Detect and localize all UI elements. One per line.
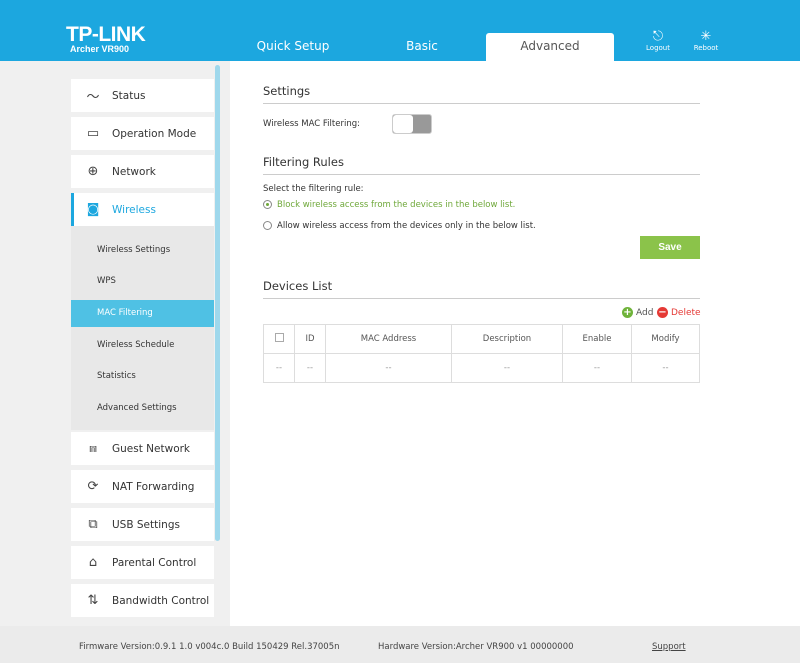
col-description: Description: [451, 324, 563, 354]
submenu-wireless-settings[interactable]: Wireless Settings: [71, 237, 214, 264]
sidebar-item-network[interactable]: ⊕ Network: [71, 155, 214, 188]
monitor-icon: ▭: [86, 126, 100, 141]
model-name: Archer VR900: [70, 44, 130, 54]
devices-list-heading: Devices List: [263, 279, 700, 299]
logout-icon: ⎋: [652, 29, 664, 44]
add-icon: +: [622, 307, 633, 318]
save-button[interactable]: Save: [640, 236, 700, 259]
submenu-mac-filtering[interactable]: MAC Filtering: [71, 300, 214, 327]
sidebar-item-parental-control[interactable]: ⌂ Parental Control: [71, 546, 214, 579]
submenu-statistics[interactable]: Statistics: [71, 363, 214, 390]
submenu-wireless-schedule[interactable]: Wireless Schedule: [71, 332, 214, 359]
col-enable: Enable: [562, 324, 632, 354]
sidebar-scrollbar[interactable]: [215, 65, 220, 541]
parental-icon: ⌂: [88, 555, 98, 570]
cell: --: [631, 353, 700, 383]
header: TP-LINK Archer VR900 Quick Setup Basic A…: [0, 0, 800, 61]
radio-block[interactable]: [263, 200, 272, 209]
toggle-knob: [393, 115, 413, 133]
tab-basic[interactable]: Basic: [362, 33, 482, 61]
mac-filtering-toggle[interactable]: [392, 114, 432, 134]
radio-block-label[interactable]: Block wireless access from the devices i…: [277, 200, 515, 210]
cell: --: [562, 353, 632, 383]
col-mac-address: MAC Address: [325, 324, 452, 354]
sidebar-item-nat-forwarding[interactable]: ⟳ NAT Forwarding: [71, 470, 214, 503]
reboot-button[interactable]: ✳ Reboot: [686, 29, 726, 53]
cell: --: [294, 353, 326, 383]
tab-advanced[interactable]: Advanced: [486, 33, 614, 61]
sidebar-item-operation-mode[interactable]: ▭ Operation Mode: [71, 117, 214, 150]
radio-allow-label[interactable]: Allow wireless access from the devices o…: [277, 221, 536, 231]
delete-icon: −: [657, 307, 668, 318]
reboot-icon: ✳: [700, 29, 712, 44]
sidebar-item-usb-settings[interactable]: ⧉ USB Settings: [71, 508, 214, 541]
wireless-icon: ◙: [86, 202, 100, 217]
submenu-wps[interactable]: WPS: [71, 268, 214, 295]
col-modify: Modify: [631, 324, 700, 354]
devices-table: ID MAC Address Description Enable Modify…: [263, 324, 700, 383]
sidebar-item-bandwidth-control[interactable]: ⇅ Bandwidth Control: [71, 584, 214, 617]
delete-button[interactable]: − Delete: [657, 307, 701, 318]
bandwidth-icon: ⇅: [87, 593, 99, 608]
tab-quick-setup[interactable]: Quick Setup: [233, 33, 353, 61]
tp-link-logo: TP-LINK: [66, 23, 146, 46]
logout-button[interactable]: ⎋ Logout: [638, 29, 678, 53]
guest-icon: ⩎: [89, 441, 97, 456]
col-id: ID: [294, 324, 326, 354]
table-row: -- -- -- -- -- --: [263, 353, 700, 383]
sidebar-item-guest-network[interactable]: ⩎ Guest Network: [71, 432, 214, 465]
filtering-rule-prompt: Select the filtering rule:: [263, 184, 364, 194]
status-icon: 〜: [86, 90, 100, 105]
radio-allow[interactable]: [263, 221, 272, 230]
sidebar-item-wireless[interactable]: ◙ Wireless: [71, 193, 214, 226]
globe-icon: ⊕: [87, 164, 99, 179]
submenu-advanced-settings[interactable]: Advanced Settings: [71, 395, 214, 422]
sidebar-item-status[interactable]: 〜 Status: [71, 79, 214, 112]
cell: --: [451, 353, 563, 383]
support-link[interactable]: Support: [652, 642, 686, 652]
select-all-checkbox[interactable]: [274, 333, 284, 342]
filtering-rules-heading: Filtering Rules: [263, 155, 700, 175]
firmware-version: Firmware Version:0.9.1 1.0 v004c.0 Build…: [79, 642, 340, 652]
table-header: ID MAC Address Description Enable Modify: [263, 324, 700, 354]
usb-icon: ⧉: [88, 517, 98, 532]
cell: --: [325, 353, 452, 383]
settings-heading: Settings: [263, 84, 700, 104]
add-button[interactable]: + Add: [622, 307, 653, 318]
cell: --: [263, 353, 295, 383]
hardware-version: Hardware Version:Archer VR900 v1 0000000…: [378, 642, 574, 652]
footer: Firmware Version:0.9.1 1.0 v004c.0 Build…: [0, 626, 800, 663]
nat-icon: ⟳: [87, 479, 99, 494]
mac-filtering-label: Wireless MAC Filtering:: [263, 119, 360, 129]
